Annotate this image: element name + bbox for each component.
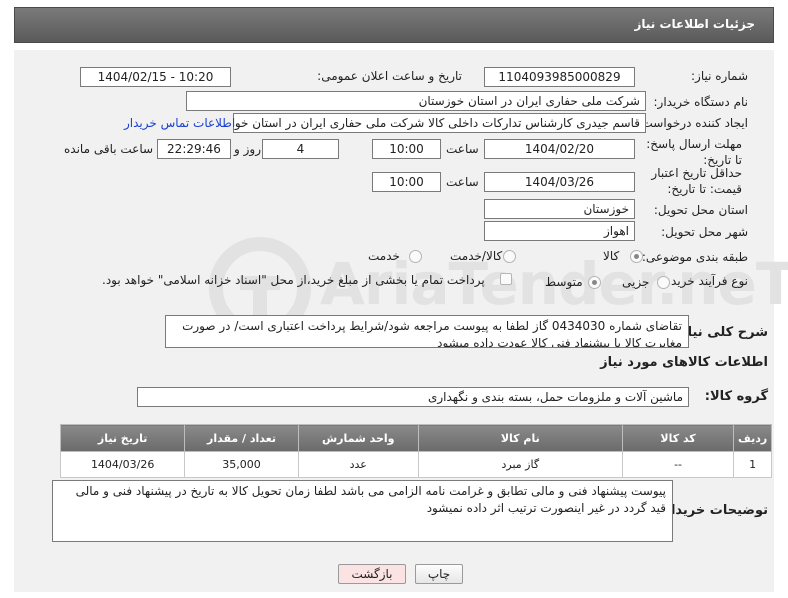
delivery-city-field: اهواز	[484, 221, 635, 241]
process-radio-medium[interactable]	[588, 276, 601, 289]
cell-need-date: 1404/03/26	[59, 451, 186, 478]
goods-group-field: ماشین آلات و ملزومات حمل، بسته بندی و نگ…	[137, 387, 689, 407]
price-validity-label-text: حداقل تاریخ اعتبار قیمت: تا تاریخ:	[651, 166, 742, 196]
page-title: جزئیات اطلاعات نیاز	[634, 17, 755, 31]
remaining-time-field: 22:29:46	[157, 139, 231, 159]
category-radio-service[interactable]	[409, 250, 422, 263]
requester-label: ایجاد کننده درخواست:	[637, 116, 748, 130]
buyer-notes-textarea: پیوست پیشنهاد فنی و مالی تطابق و غرامت ن…	[52, 480, 673, 542]
category-option-service: خدمت	[368, 249, 400, 263]
reply-deadline-date-field: 1404/02/20	[484, 139, 635, 159]
cell-name: گاز مبرد	[417, 451, 623, 478]
goods-section-title: اطلاعات کالاهای مورد نیاز	[600, 355, 768, 370]
items-table: ردیف کد کالا نام کالا واحد شمارش تعداد /…	[59, 424, 772, 478]
cell-row: 1	[733, 451, 772, 478]
delivery-province-field: خوزستان	[484, 199, 635, 219]
delivery-city-label: شهر محل تحویل:	[661, 225, 748, 239]
reply-deadline-label-text: مهلت ارسال پاسخ: تا تاریخ:	[646, 137, 742, 167]
delivery-province-label: استان محل تحویل:	[653, 203, 748, 217]
category-radio-goods[interactable]	[630, 250, 643, 263]
col-header-name: نام کالا	[417, 424, 623, 452]
page-header: جزئیات اطلاعات نیاز	[14, 7, 774, 43]
requester-field: قاسم جیدری کارشناس تدارکات داخلی کالا شر…	[233, 113, 646, 133]
print-button[interactable]: چاپ	[415, 564, 463, 584]
process-option-minor: جزیی	[622, 275, 650, 289]
price-validity-time-label: ساعت	[446, 175, 479, 189]
col-header-code: کد کالا	[621, 424, 735, 452]
category-label: طبقه بندی موضوعی:	[641, 250, 748, 264]
reply-deadline-time-label: ساعت	[446, 142, 479, 156]
price-validity-time-field: 10:00	[372, 172, 441, 192]
buyer-org-label: نام دستگاه خریدار:	[653, 95, 749, 109]
price-validity-date-field: 1404/03/26	[484, 172, 635, 192]
treasury-payment-checkbox[interactable]	[500, 273, 512, 285]
category-option-goods-service: کالا/خدمت	[450, 249, 503, 263]
items-table-header-row: ردیف کد کالا نام کالا واحد شمارش تعداد /…	[59, 424, 772, 452]
cell-unit: عدد	[297, 451, 419, 478]
process-type-label: نوع فرآیند خرید :	[663, 274, 748, 288]
buyer-contact-link[interactable]: اطلاعات تماس خریدار	[124, 116, 235, 130]
reply-deadline-time-field: 10:00	[372, 139, 441, 159]
price-validity-label: حداقل تاریخ اعتبار قیمت: تا تاریخ:	[632, 165, 742, 197]
col-header-row: ردیف	[733, 424, 772, 452]
buyer-org-field: شرکت ملی حفاری ایران در استان خوزستان	[186, 91, 646, 111]
col-header-unit: واحد شمارش	[297, 424, 419, 452]
cell-qty: 35,000	[184, 451, 299, 478]
remaining-time-label: ساعت باقی مانده	[64, 142, 154, 156]
days-label: روز و	[234, 142, 261, 156]
description-textarea: تقاضای شماره 0434030 گاز لطفا به پیوست م…	[165, 315, 689, 348]
process-radio-minor[interactable]	[657, 276, 670, 289]
reply-deadline-label: مهلت ارسال پاسخ: تا تاریخ:	[642, 136, 742, 168]
announce-datetime-label: تاریخ و ساعت اعلان عمومی:	[317, 69, 462, 83]
back-button[interactable]: بازگشت	[338, 564, 406, 584]
col-header-need-date: تاریخ نیاز	[59, 424, 186, 452]
buyer-notes-label: توضیحات خریدار:	[658, 503, 768, 518]
category-radio-goods-service[interactable]	[503, 250, 516, 263]
category-option-goods: کالا	[603, 249, 620, 263]
need-number-label: شماره نیاز:	[691, 69, 748, 83]
col-header-qty: تعداد / مقدار	[184, 424, 299, 452]
goods-group-label: گروه کالا:	[704, 389, 768, 404]
need-number-field: 1104093985000829	[484, 67, 635, 87]
treasury-payment-note: پرداخت تمام یا بخشی از مبلغ خرید،از محل …	[102, 273, 485, 287]
announce-datetime-field: 1404/02/15 - 10:20	[80, 67, 231, 87]
process-option-medium: متوسط	[545, 275, 583, 289]
table-row: 1 -- گاز مبرد عدد 35,000 1404/03/26	[59, 451, 772, 478]
reply-deadline-days-field: 4	[262, 139, 339, 159]
cell-code: --	[621, 451, 735, 478]
